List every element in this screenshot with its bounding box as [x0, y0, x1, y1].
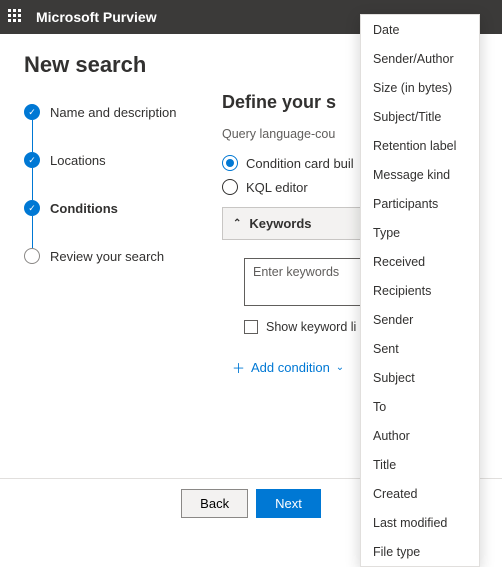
- condition-option[interactable]: Message kind: [361, 160, 479, 189]
- chevron-up-icon: ⌃: [233, 218, 241, 229]
- check-icon: ✓: [24, 104, 40, 120]
- wizard-steps: ✓ Name and description ✓ Locations ✓ Con…: [24, 92, 194, 377]
- condition-option[interactable]: To: [361, 392, 479, 421]
- condition-option[interactable]: Subject/Title: [361, 102, 479, 131]
- condition-option[interactable]: Participants: [361, 189, 479, 218]
- condition-option[interactable]: Sender: [361, 305, 479, 334]
- step-name-description[interactable]: ✓ Name and description: [24, 98, 194, 146]
- next-button[interactable]: Next: [256, 489, 321, 518]
- brand-title: Microsoft Purview: [36, 9, 157, 25]
- step-locations[interactable]: ✓ Locations: [24, 146, 194, 194]
- condition-option[interactable]: Recipients: [361, 276, 479, 305]
- condition-option[interactable]: Retention label: [361, 131, 479, 160]
- step-review[interactable]: Review your search: [24, 242, 194, 270]
- condition-option[interactable]: File type: [361, 537, 479, 566]
- show-keyword-list-label: Show keyword li: [266, 320, 356, 334]
- show-keyword-list-checkbox[interactable]: [244, 320, 258, 334]
- condition-option[interactable]: Subject: [361, 363, 479, 392]
- circle-icon: [24, 248, 40, 264]
- condition-option[interactable]: Author: [361, 421, 479, 450]
- check-icon: ✓: [24, 200, 40, 216]
- radio-icon: [222, 179, 238, 195]
- condition-option[interactable]: Sender/Author: [361, 44, 479, 73]
- plus-icon: ＋: [232, 358, 245, 377]
- condition-option[interactable]: Date: [361, 15, 479, 44]
- keywords-input[interactable]: Enter keywords: [244, 258, 374, 306]
- condition-option[interactable]: Received: [361, 247, 479, 276]
- condition-option[interactable]: Title: [361, 450, 479, 479]
- condition-option[interactable]: Last modified: [361, 508, 479, 537]
- condition-option[interactable]: Type: [361, 218, 479, 247]
- chevron-down-icon: ⌄: [336, 362, 344, 373]
- step-conditions[interactable]: ✓ Conditions: [24, 194, 194, 242]
- app-launcher-icon[interactable]: [8, 9, 24, 25]
- check-icon: ✓: [24, 152, 40, 168]
- condition-option[interactable]: Created: [361, 479, 479, 508]
- condition-option[interactable]: Sent: [361, 334, 479, 363]
- condition-dropdown[interactable]: DateSender/AuthorSize (in bytes)Subject/…: [360, 14, 480, 567]
- radio-icon: [222, 155, 238, 171]
- back-button[interactable]: Back: [181, 489, 248, 518]
- condition-option[interactable]: Size (in bytes): [361, 73, 479, 102]
